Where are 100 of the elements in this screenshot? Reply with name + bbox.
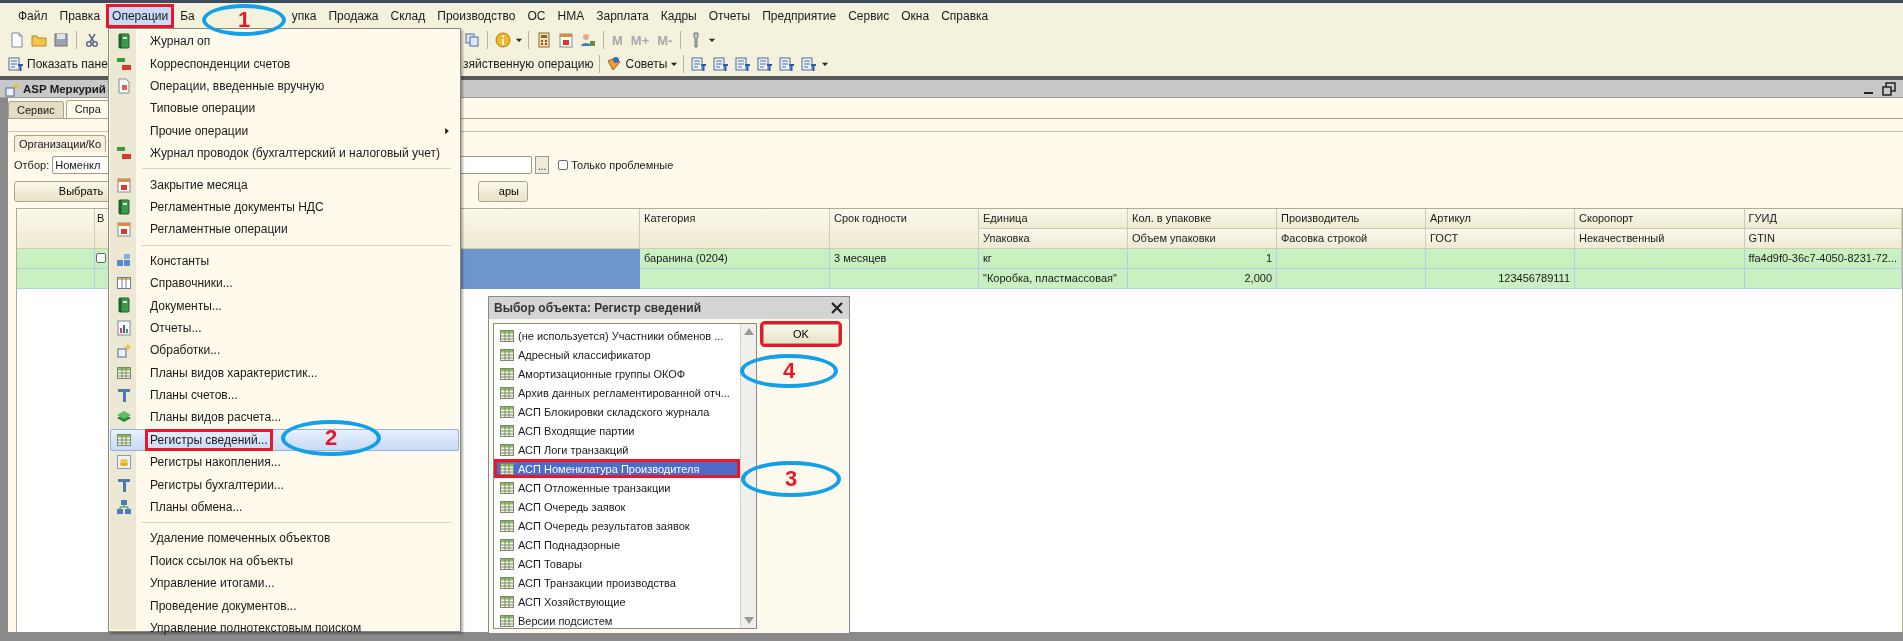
action-button[interactable]: ары bbox=[478, 180, 528, 202]
list-item[interactable]: АСП Товары bbox=[494, 554, 740, 573]
table-icon bbox=[499, 574, 515, 591]
menu-item[interactable]: Константы bbox=[110, 249, 459, 272]
menu-item[interactable]: Удаление помеченных объектов bbox=[110, 527, 459, 550]
menu-title[interactable]: Производство bbox=[431, 3, 522, 28]
report-icon[interactable] bbox=[713, 56, 730, 72]
menu-title[interactable]: Файл bbox=[12, 3, 54, 28]
menu-item[interactable]: Корреспонденции счетов bbox=[110, 52, 459, 75]
tab[interactable]: Спра bbox=[65, 100, 110, 118]
list-item[interactable]: АСП Отложенные транзакции bbox=[494, 478, 740, 497]
menu-item[interactable]: Проведение документов... bbox=[110, 594, 459, 617]
menu-item[interactable]: Поиск ссылок на объекты bbox=[110, 549, 459, 572]
table-icon bbox=[116, 364, 132, 381]
tab[interactable]: Сервис bbox=[8, 101, 64, 118]
checkbox[interactable] bbox=[558, 160, 569, 170]
table-cell: "Коробка, пластмассовая" bbox=[979, 269, 1128, 289]
column-header: Производитель bbox=[1277, 209, 1426, 229]
list-item[interactable]: АСП Очередь заявок bbox=[494, 497, 740, 516]
menu-title[interactable]: Сервис bbox=[842, 3, 896, 28]
menu-title[interactable]: Правка bbox=[53, 3, 107, 28]
menu-item[interactable]: Управление полнотекстовым поиском bbox=[110, 616, 459, 640]
list-item[interactable]: АСП Транзакции производства bbox=[494, 573, 740, 592]
report-icon[interactable] bbox=[691, 56, 708, 72]
column-header: Скоропорт bbox=[1575, 209, 1745, 229]
callout: 4 bbox=[740, 354, 838, 388]
menu-item[interactable]: Прочие операции bbox=[110, 119, 459, 142]
menu-title[interactable]: Продажа bbox=[322, 3, 385, 28]
menu-title[interactable]: Окна bbox=[895, 3, 936, 28]
book-icon bbox=[116, 33, 132, 50]
menu-title[interactable]: Ба bbox=[174, 3, 198, 28]
list-item[interactable]: АСП Входящие партии bbox=[494, 421, 740, 440]
callout: 1 bbox=[202, 4, 286, 36]
menu-title[interactable]: Операции bbox=[106, 3, 175, 28]
tab[interactable]: Организации/Ко bbox=[14, 135, 107, 152]
close-icon[interactable] bbox=[829, 300, 845, 316]
scrollbar[interactable] bbox=[740, 324, 756, 628]
menu-title[interactable]: НМА bbox=[551, 3, 591, 28]
scissors-icon[interactable] bbox=[84, 32, 100, 48]
table-icon bbox=[499, 479, 515, 496]
book-icon bbox=[116, 297, 132, 314]
restore-icon[interactable] bbox=[1881, 80, 1897, 97]
list-item[interactable]: Адресный классификатор bbox=[494, 345, 740, 364]
save-icon[interactable] bbox=[53, 32, 69, 48]
list-item[interactable]: Амортизационные группы ОКОФ bbox=[494, 364, 740, 383]
report-icon bbox=[8, 56, 24, 72]
report-icon[interactable] bbox=[779, 56, 796, 72]
list-item[interactable]: Архив данных регламентированной отч... bbox=[494, 383, 740, 402]
menu-title[interactable]: ОС bbox=[521, 3, 552, 28]
menu-item[interactable]: Журнал проводок (бухгалтерский и налоговый учет) bbox=[110, 141, 459, 165]
menu-title[interactable]: Зарплата bbox=[590, 3, 655, 28]
blocks-icon bbox=[116, 252, 132, 269]
table-icon bbox=[499, 593, 515, 610]
table-icon bbox=[499, 403, 515, 420]
table-icon bbox=[499, 555, 515, 572]
menu-title[interactable]: Отчеты bbox=[702, 3, 757, 28]
calculator-icon[interactable] bbox=[536, 32, 552, 48]
menu-item[interactable]: Отчеты... bbox=[110, 316, 459, 340]
list-item[interactable]: АСП Логи транзакций bbox=[494, 440, 740, 459]
callout: 2 bbox=[281, 420, 381, 456]
ok-button[interactable]: OK bbox=[763, 324, 839, 344]
filter-label: Отбор: bbox=[14, 159, 50, 171]
menu-item[interactable]: Планы счетов... bbox=[110, 383, 459, 407]
menu-item[interactable]: Регистры бухгалтерии... bbox=[110, 473, 459, 496]
menu-item[interactable]: Операции, введенные вручную bbox=[110, 74, 459, 98]
menu-title[interactable]: Справка bbox=[935, 3, 995, 28]
list-item[interactable]: АСП Номенклатура Производителя bbox=[494, 459, 740, 478]
menu-item[interactable]: Управление итогами... bbox=[110, 572, 459, 595]
table-icon bbox=[499, 422, 515, 439]
users-icon[interactable] bbox=[580, 32, 596, 48]
list-item[interactable]: (не используется) Участники обменов ... bbox=[494, 326, 740, 345]
menu-item[interactable]: Планы видов характеристик... bbox=[110, 361, 459, 384]
show-panel-button[interactable]: Показать пане bbox=[6, 56, 108, 72]
report-icon[interactable] bbox=[757, 56, 774, 72]
list-item[interactable]: АСП Блокировки складского журнала bbox=[494, 402, 740, 421]
report-icon[interactable] bbox=[801, 56, 818, 72]
copy-icon[interactable] bbox=[464, 32, 480, 48]
list-item[interactable]: Версии подсистем bbox=[494, 611, 740, 628]
checkbox[interactable] bbox=[96, 253, 106, 263]
menu-title[interactable]: Склад bbox=[384, 3, 432, 28]
menu-item[interactable]: Типовые операции bbox=[110, 97, 459, 120]
calendar-icon[interactable] bbox=[558, 32, 574, 48]
menu-item[interactable]: Планы обмена... bbox=[110, 495, 459, 519]
menu-title[interactable]: Кадры bbox=[654, 3, 703, 28]
list-item[interactable]: АСП Хозяйствующие bbox=[494, 592, 740, 611]
menu-item[interactable]: Документы... bbox=[110, 294, 459, 317]
column-header: ГУИД bbox=[1744, 209, 1902, 229]
select-button[interactable]: ... bbox=[535, 156, 550, 174]
wand-icon bbox=[4, 80, 20, 97]
menu-item[interactable]: Справочники... bbox=[110, 271, 459, 295]
operation-button[interactable]: зяйственную операцию bbox=[461, 57, 596, 71]
menu-title[interactable]: упка bbox=[285, 3, 323, 28]
report-icon[interactable] bbox=[735, 56, 752, 72]
menu-item[interactable]: Регламентные операции bbox=[110, 218, 459, 241]
tips-button[interactable]: Советы bbox=[604, 56, 670, 72]
menu-title[interactable]: Предприятие bbox=[756, 3, 843, 28]
table-cell: 2,000 bbox=[1128, 269, 1277, 289]
menu-item[interactable]: Обработки... bbox=[110, 339, 459, 362]
list-item[interactable]: АСП Очередь результатов заявок bbox=[494, 516, 740, 535]
list-item[interactable]: АСП Поднадзорные bbox=[494, 535, 740, 554]
